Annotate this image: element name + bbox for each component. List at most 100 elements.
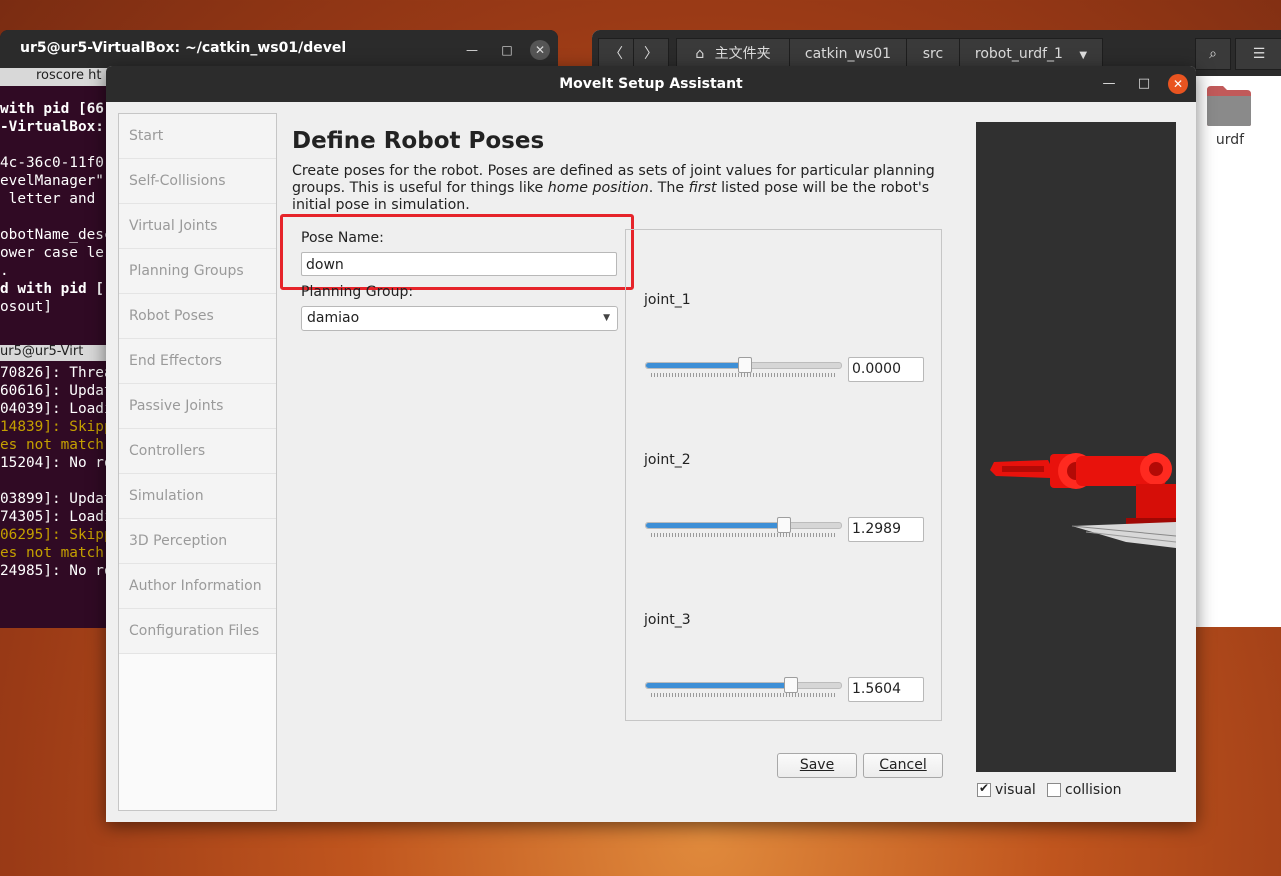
slider-ticks bbox=[651, 533, 836, 537]
nav-item-label: Planning Groups bbox=[129, 263, 244, 279]
nav-item-controllers[interactable]: Controllers bbox=[119, 429, 276, 474]
page-title: Define Robot Poses bbox=[292, 128, 545, 154]
slider-handle[interactable] bbox=[784, 677, 799, 693]
terminal-line: 04039]: Loadi bbox=[0, 401, 113, 417]
search-icon[interactable]: ⌕ bbox=[1195, 38, 1231, 70]
terminal-output-top: with pid [66 -VirtualBox: 4c-36c0-11f0 evel… bbox=[0, 100, 113, 316]
terminal-line: 4c-36c0-11f0 bbox=[0, 155, 104, 171]
nav-item-passive-joints[interactable]: Passive Joints bbox=[119, 384, 276, 429]
moveit-setup-dialog: MoveIt Setup Assistant — □ ✕ Start Self-C… bbox=[106, 66, 1196, 822]
save-button[interactable]: Save bbox=[777, 753, 857, 778]
joint-label: joint_2 bbox=[644, 452, 691, 468]
slider-handle[interactable] bbox=[776, 517, 791, 533]
joint-label: joint_3 bbox=[644, 612, 691, 628]
terminal-line: 14839]: Skipp bbox=[0, 419, 113, 435]
joint-slider[interactable] bbox=[645, 357, 842, 373]
terminal-line: . bbox=[0, 263, 9, 279]
cancel-button[interactable]: Cancel bbox=[863, 753, 943, 778]
collision-checkbox[interactable] bbox=[1047, 783, 1061, 797]
nav-item-label: Robot Poses bbox=[129, 308, 214, 324]
terminal-title: ur5@ur5-VirtualBox: ~/catkin_ws01/devel bbox=[20, 40, 347, 56]
folder-label[interactable]: urdf bbox=[1192, 132, 1268, 148]
nav-item-self-collisions[interactable]: Self-Collisions bbox=[119, 159, 276, 204]
terminal-line: es not match bbox=[0, 545, 104, 561]
nav-item-end-effectors[interactable]: End Effectors bbox=[119, 339, 276, 384]
breadcrumb-label: robot_urdf_1 bbox=[974, 46, 1063, 62]
joint-value-input[interactable]: 0.0000 bbox=[848, 357, 924, 382]
nav-item-configuration-files[interactable]: Configuration Files bbox=[119, 609, 276, 654]
minimize-icon[interactable]: — bbox=[462, 40, 482, 60]
close-icon[interactable]: ✕ bbox=[530, 40, 550, 60]
terminal-line: ower case le bbox=[0, 245, 104, 261]
joint-slider[interactable] bbox=[645, 517, 842, 533]
nav-item-virtual-joints[interactable]: Virtual Joints bbox=[119, 204, 276, 249]
dialog-titlebar[interactable]: MoveIt Setup Assistant — □ ✕ bbox=[106, 66, 1196, 102]
terminal-line: 24985]: No ro bbox=[0, 563, 113, 579]
folder-icon[interactable] bbox=[1205, 84, 1253, 128]
joint-value-input[interactable]: 1.2989 bbox=[848, 517, 924, 542]
slider-fill bbox=[646, 523, 783, 528]
joint-slider[interactable] bbox=[645, 677, 842, 693]
terminal-titlebar[interactable]: ur5@ur5-VirtualBox: ~/catkin_ws01/devel … bbox=[0, 30, 558, 68]
planning-group-label: Planning Group: bbox=[301, 284, 414, 300]
nav-item-label: Passive Joints bbox=[129, 398, 224, 414]
page-description: Create poses for the robot. Poses are de… bbox=[292, 163, 935, 213]
dialog-title: MoveIt Setup Assistant bbox=[559, 76, 743, 92]
nav-item-label: End Effectors bbox=[129, 353, 222, 369]
minimize-icon[interactable]: — bbox=[1099, 74, 1119, 94]
view-list-icon[interactable]: ☰ bbox=[1235, 38, 1281, 70]
breadcrumb-label: 主文件夹 bbox=[714, 46, 771, 62]
nav-item-robot-poses[interactable]: Robot Poses bbox=[119, 294, 276, 339]
planning-group-value: damiao bbox=[307, 310, 360, 326]
terminal-line: 60616]: Updat bbox=[0, 383, 113, 399]
maximize-icon[interactable]: □ bbox=[497, 40, 517, 60]
slider-ticks bbox=[651, 373, 836, 377]
terminal-line: obotName_desc bbox=[0, 227, 113, 243]
nav-item-label: Controllers bbox=[129, 443, 206, 459]
nav-item-simulation[interactable]: Simulation bbox=[119, 474, 276, 519]
chevron-down-icon: ▼ bbox=[1079, 50, 1088, 61]
terminal-line: 15204]: No ro bbox=[0, 455, 113, 471]
nav-item-planning-groups[interactable]: Planning Groups bbox=[119, 249, 276, 294]
nav-item-3d-perception[interactable]: 3D Perception bbox=[119, 519, 276, 564]
terminal-line: -VirtualBox: bbox=[0, 119, 104, 135]
terminal-tab-label: ur5@ur5-Virt bbox=[0, 344, 84, 359]
terminal-line: letter and bbox=[0, 191, 96, 207]
close-icon[interactable]: ✕ bbox=[1168, 74, 1188, 94]
terminal-line: osout] bbox=[0, 299, 52, 315]
nav-item-label: Simulation bbox=[129, 488, 204, 504]
terminal-line: with pid [66 bbox=[0, 101, 104, 117]
robot-model bbox=[990, 453, 1176, 548]
slider-handle[interactable] bbox=[737, 357, 752, 373]
highlight-box bbox=[280, 214, 634, 290]
terminal-line: d with pid [ bbox=[0, 281, 104, 297]
maximize-icon[interactable]: □ bbox=[1134, 74, 1154, 94]
visual-checkbox[interactable]: ✔ bbox=[977, 781, 991, 797]
checkmark-icon: ✔ bbox=[979, 781, 990, 795]
terminal-tab-label: roscore ht bbox=[36, 68, 102, 83]
joint-value-input[interactable]: 1.5604 bbox=[848, 677, 924, 702]
joint-sliders-panel: joint_1 0.0000 joint_2 1.2989 joint_3 1.5604 bbox=[625, 229, 942, 721]
nav-item-label: 3D Perception bbox=[129, 533, 228, 549]
chevron-down-icon: ▼ bbox=[603, 313, 610, 323]
terminal-line: es not match bbox=[0, 437, 104, 453]
nav-item-label: Start bbox=[129, 128, 164, 144]
terminal-line: evelManager" bbox=[0, 173, 104, 189]
nav-item-author-information[interactable]: Author Information bbox=[119, 564, 276, 609]
nav-item-start[interactable]: Start bbox=[119, 114, 276, 159]
slider-fill bbox=[646, 363, 744, 368]
terminal-output-bottom: 70826]: Threa 60616]: Updat 04039]: Loadi 1… bbox=[0, 364, 113, 580]
breadcrumb-label: catkin_ws01 bbox=[804, 46, 892, 62]
setup-navigation: Start Self-Collisions Virtual Joints Planni… bbox=[118, 113, 277, 811]
slider-ticks bbox=[651, 693, 836, 697]
collision-label: collision bbox=[1065, 782, 1122, 798]
robot-3d-viewport[interactable] bbox=[976, 122, 1176, 772]
breadcrumb-label: src bbox=[922, 46, 944, 62]
terminal-line: 74305]: Loadi bbox=[0, 509, 113, 525]
nav-item-label: Virtual Joints bbox=[129, 218, 218, 234]
slider-fill bbox=[646, 683, 791, 688]
planning-group-select[interactable]: damiao ▼ bbox=[301, 306, 618, 331]
